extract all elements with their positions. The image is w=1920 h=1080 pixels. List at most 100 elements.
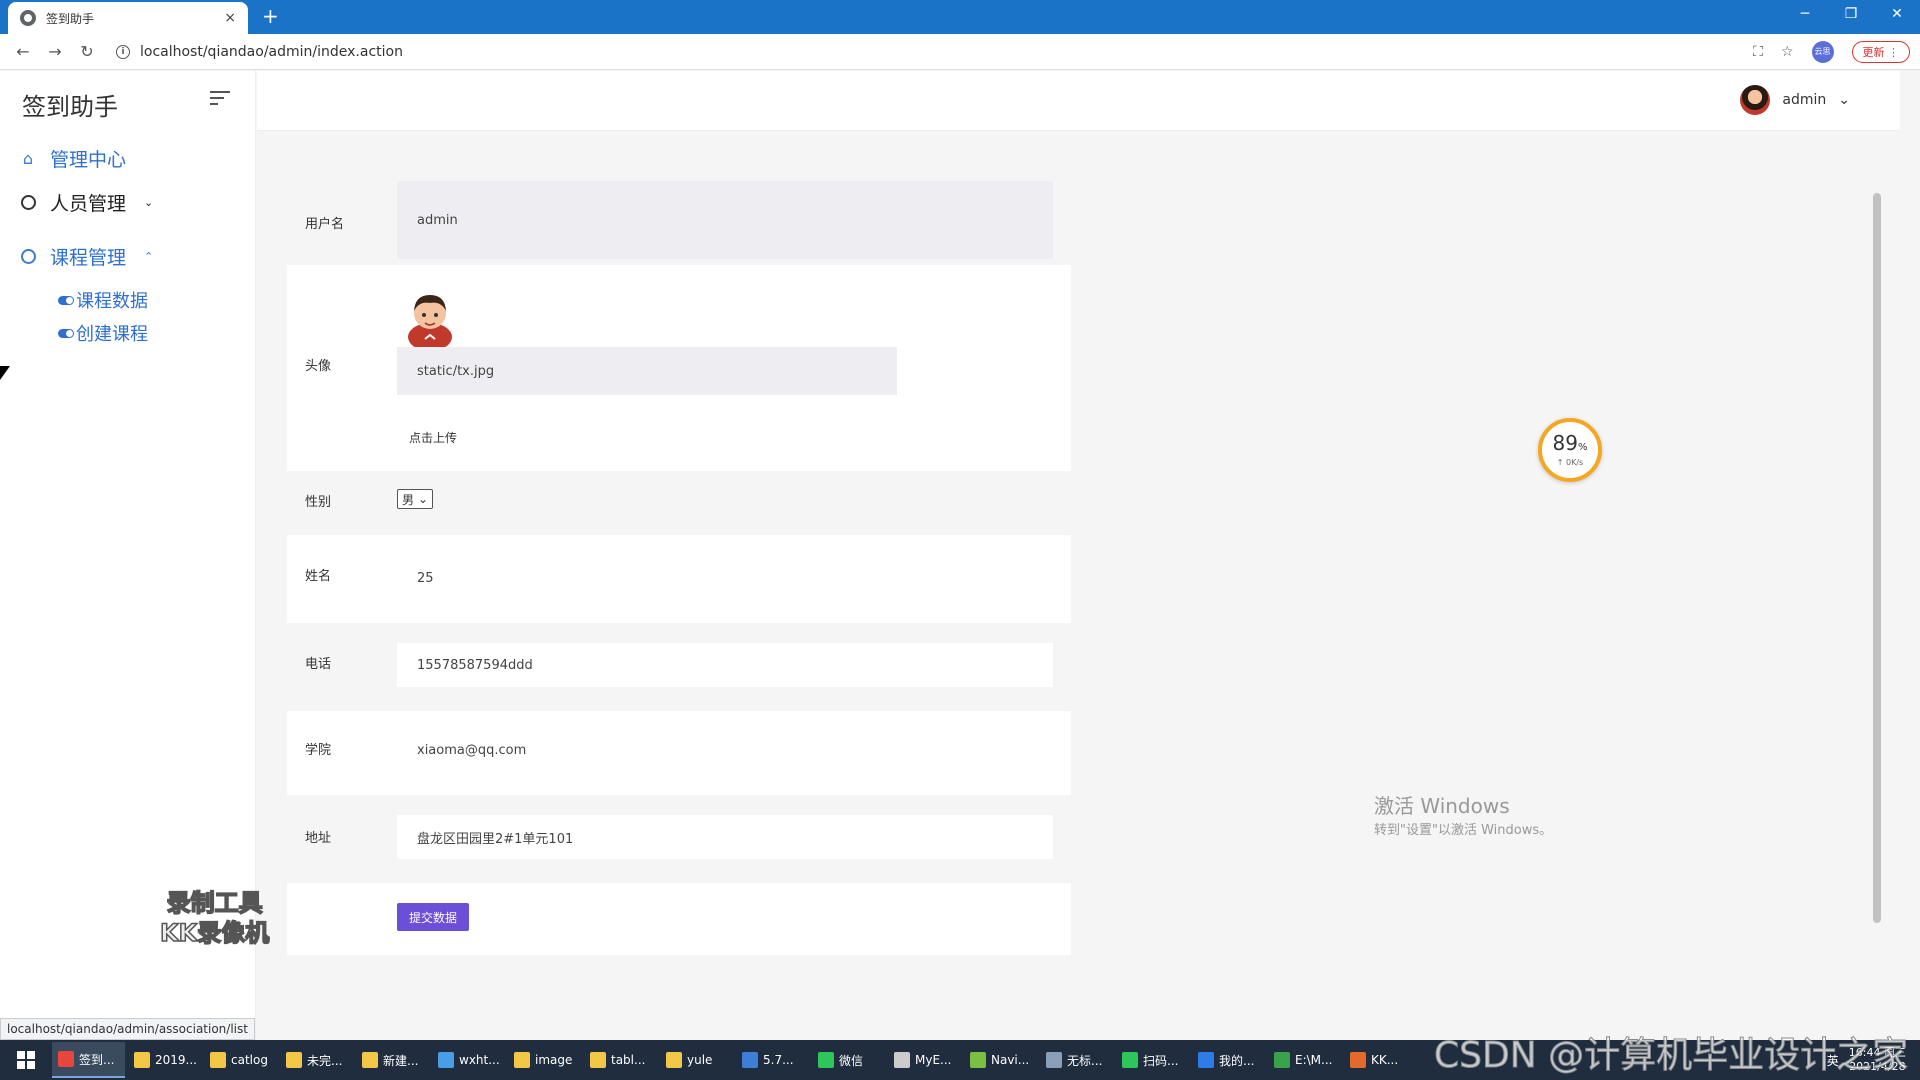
taskbar-item-label: 扫码... xyxy=(1143,1053,1179,1068)
form-row-gender: 性别 男 ⌄ xyxy=(287,471,1071,535)
tab-title: 签到助手 xyxy=(46,11,95,26)
sidebar-item-courses[interactable]: 课程管理 ⌃ xyxy=(20,243,153,270)
form-row-phone: 电话 15578587594ddd xyxy=(287,623,1071,711)
avatar-path-value: static/tx.jpg xyxy=(417,363,495,379)
app-icon xyxy=(818,1052,834,1068)
phone-label: 电话 xyxy=(305,657,332,672)
taskbar-item[interactable]: image xyxy=(508,1042,581,1078)
update-button[interactable]: 更新 ⋮ xyxy=(1851,40,1910,63)
close-window-icon[interactable]: ✕ xyxy=(1874,0,1920,28)
taskbar-item[interactable]: 新建... xyxy=(356,1042,429,1078)
form-row-name: 姓名 25 xyxy=(287,535,1071,623)
brand-title: 签到助手 xyxy=(22,93,118,121)
taskbar-item-label: wxht... xyxy=(459,1053,500,1067)
bookmark-star-icon[interactable]: ☆ xyxy=(1781,44,1794,60)
globe-icon xyxy=(20,10,36,26)
taskbar-item[interactable]: 我的... xyxy=(1192,1042,1265,1078)
username-value: admin xyxy=(417,212,458,228)
taskbar-item[interactable]: wxht... xyxy=(432,1042,505,1078)
avatar-path-input[interactable]: static/tx.jpg xyxy=(397,347,897,395)
upload-button[interactable]: 点击上传 xyxy=(409,429,457,446)
app-icon xyxy=(134,1052,150,1068)
taskbar-item-label: KK... xyxy=(1371,1053,1399,1067)
windows-start-icon[interactable] xyxy=(8,1042,44,1078)
sidebar-item-dashboard[interactable]: ⌂ 管理中心 xyxy=(20,145,126,172)
network-speed: ↑ 0K/s xyxy=(1556,458,1584,467)
app-icon xyxy=(1046,1052,1062,1068)
taskbar-item[interactable]: 2019... xyxy=(128,1042,201,1078)
form-scrollbar[interactable] xyxy=(1871,181,1881,961)
address-input[interactable]: 盘龙区田园里2#1单元101 xyxy=(397,815,1053,859)
sidebar-subitem-label: 创建课程 xyxy=(76,324,148,345)
taskbar-item[interactable]: 扫码... xyxy=(1116,1042,1189,1078)
taskbar-item[interactable]: catlog xyxy=(204,1042,277,1078)
college-label: 学院 xyxy=(305,743,332,758)
gender-label: 性别 xyxy=(305,495,332,510)
app-icon xyxy=(286,1052,302,1068)
name-input[interactable]: 25 xyxy=(397,555,1053,601)
speed-widget[interactable]: 89% ↑ 0K/s xyxy=(1538,418,1602,482)
back-icon[interactable]: ← xyxy=(10,39,36,65)
taskbar-item[interactable]: Navi... xyxy=(964,1042,1037,1078)
windows-activation-notice: 激活 Windows 转到"设置"以激活 Windows。 xyxy=(1374,790,1552,838)
taskbar-item[interactable]: 无标... xyxy=(1040,1042,1113,1078)
taskbar-item-label: yule xyxy=(687,1053,713,1067)
taskbar-item-label: 未完... xyxy=(307,1053,343,1068)
toolbar-actions: ⛶ ☆ 云思 更新 ⋮ xyxy=(1753,40,1910,63)
browser-tab-strip: 签到助手 × + ─ ❐ ✕ xyxy=(0,0,1920,34)
url-text[interactable]: localhost/qiandao/admin/index.action xyxy=(140,44,403,60)
extension-icon[interactable]: 云思 xyxy=(1811,40,1834,63)
chevron-up-icon: ⌃ xyxy=(144,250,154,263)
browser-tab[interactable]: 签到助手 × xyxy=(8,2,248,34)
address-bar[interactable]: i localhost/qiandao/admin/index.action xyxy=(106,38,1753,66)
app-icon xyxy=(438,1052,454,1068)
recorder-watermark: 录制工具 KK录像机 xyxy=(159,888,270,948)
reload-icon[interactable]: ↻ xyxy=(74,39,100,65)
app-icon xyxy=(210,1052,226,1068)
taskbar-item[interactable]: 微信 xyxy=(812,1042,885,1078)
toggle-icon xyxy=(58,295,74,305)
update-label: 更新 xyxy=(1862,45,1885,59)
taskbar-item-label: image xyxy=(535,1053,573,1067)
minimize-icon[interactable]: ─ xyxy=(1782,0,1828,28)
name-label: 姓名 xyxy=(305,569,332,584)
college-input[interactable]: xiaoma@qq.com xyxy=(397,727,1053,773)
taskbar-item[interactable]: E:\M... xyxy=(1268,1042,1341,1078)
browser-toolbar: ← → ↻ i localhost/qiandao/admin/index.ac… xyxy=(0,34,1920,70)
top-header: admin ⌄ xyxy=(257,71,1900,131)
taskbar-item[interactable]: MyE... xyxy=(888,1042,961,1078)
sidebar-subitem-course-data[interactable]: 课程数据 xyxy=(58,287,148,313)
taskbar-item[interactable]: yule xyxy=(660,1042,733,1078)
taskbar-item-label: 我的... xyxy=(1219,1053,1255,1068)
translate-icon[interactable]: ⛶ xyxy=(1753,44,1763,60)
phone-input[interactable]: 15578587594ddd xyxy=(397,643,1053,687)
taskbar-item[interactable]: 签到... xyxy=(52,1042,125,1078)
sidebar-subitem-create-course[interactable]: 创建课程 xyxy=(58,320,148,346)
restore-icon[interactable]: ❐ xyxy=(1828,0,1874,28)
new-tab-button[interactable]: + xyxy=(262,6,279,26)
taskbar-item[interactable]: 5.7... xyxy=(736,1042,809,1078)
taskbar-item[interactable]: KK... xyxy=(1344,1042,1417,1078)
circle-icon xyxy=(20,195,36,210)
form-row-avatar: 头像 static/tx.jpg 点击上传 xyxy=(287,265,1071,471)
username-label: 用户名 xyxy=(305,217,345,232)
username-input[interactable]: admin xyxy=(397,181,1053,259)
menu-toggle-icon[interactable] xyxy=(210,91,230,109)
sidebar-item-label: 课程管理 xyxy=(50,247,127,269)
info-icon[interactable]: i xyxy=(116,44,130,59)
close-tab-icon[interactable]: × xyxy=(224,10,236,26)
taskbar-item-label: MyE... xyxy=(915,1053,952,1067)
taskbar-item-label: catlog xyxy=(231,1053,268,1067)
gender-select[interactable]: 男 ⌄ xyxy=(397,489,434,509)
taskbar-item[interactable]: 未完... xyxy=(280,1042,353,1078)
taskbar-item-label: 5.7... xyxy=(763,1053,794,1067)
taskbar-item-label: Navi... xyxy=(991,1053,1030,1067)
address-value: 盘龙区田园里2#1单元101 xyxy=(417,831,574,847)
app-icon xyxy=(514,1052,530,1068)
forward-icon[interactable]: → xyxy=(42,39,68,65)
sidebar-item-personnel[interactable]: 人员管理 ⌄ xyxy=(20,189,153,216)
taskbar-item[interactable]: tabl... xyxy=(584,1042,657,1078)
user-menu[interactable]: admin ⌄ xyxy=(1740,85,1850,115)
form-row-username: 用户名 admin xyxy=(287,181,1071,265)
submit-button[interactable]: 提交数据 xyxy=(397,903,470,931)
